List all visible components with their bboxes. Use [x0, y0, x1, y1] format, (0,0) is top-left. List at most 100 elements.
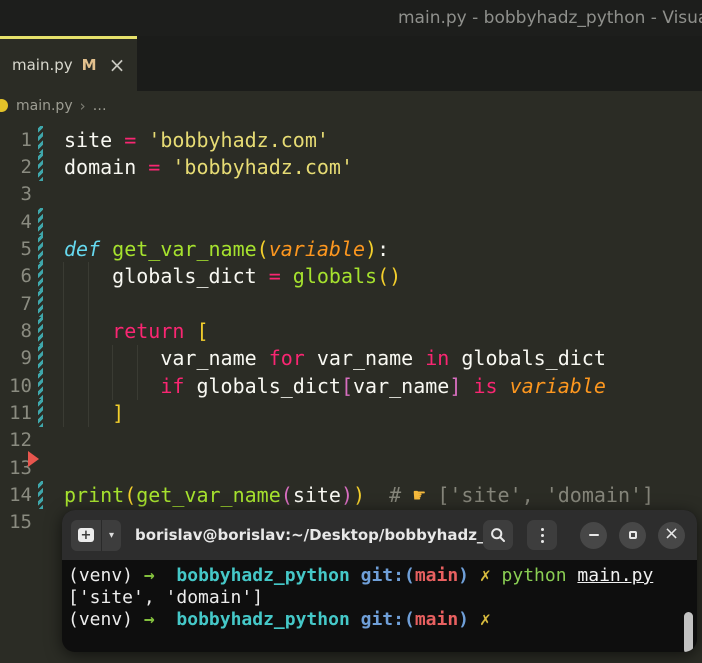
terminal-line: (venv) → bobbyhadz_python git:(main) ✗ — [68, 609, 697, 631]
code-line[interactable]: 11 ] — [0, 399, 702, 427]
token: if — [160, 373, 185, 398]
new-terminal-split-button[interactable]: + ▾ — [71, 519, 121, 551]
token: → — [143, 609, 155, 630]
token: ) — [353, 483, 366, 508]
python-file-icon — [0, 99, 8, 112]
line-number: 5 — [20, 238, 32, 261]
code-text: globals_dict = globals() — [64, 264, 401, 288]
tab-main-py[interactable]: main.py M × — [0, 36, 137, 91]
line-number: 6 — [20, 265, 32, 288]
token: globals_dict — [64, 264, 269, 289]
window-title: main.py - bobbyhadz_python - Visua — [398, 8, 702, 28]
modified-badge: M — [81, 56, 97, 74]
token: get_var_name — [136, 483, 281, 508]
token: (venv) — [68, 609, 144, 630]
token: ] — [112, 401, 125, 426]
indent-guide — [137, 345, 138, 400]
code-text: site = 'bobbyhadz.com' — [64, 128, 329, 152]
terminal-line: ['site', 'domain'] — [68, 587, 697, 609]
token: var_name — [304, 346, 426, 371]
token: var_name — [64, 346, 269, 371]
terminal-titlebar[interactable]: + ▾ borislav@borislav:~/Desktop/bobbyhad… — [62, 510, 697, 560]
breadcrumb-ellipsis[interactable]: … — [93, 98, 109, 114]
indent-guide — [88, 262, 89, 427]
git-modified-marker — [38, 262, 43, 291]
terminal-title: borislav@borislav:~/Desktop/bobbyhadz_..… — [135, 526, 483, 544]
gutter-spacer — [38, 509, 43, 536]
search-icon — [491, 528, 505, 542]
token: for — [268, 346, 305, 371]
line-number: 3 — [20, 183, 32, 206]
code-line[interactable]: 5 def get_var_name(variable): — [0, 235, 702, 263]
kebab-menu-icon — [540, 527, 544, 543]
git-modified-marker — [38, 481, 43, 509]
token: main — [414, 565, 459, 586]
terminal-output[interactable]: (venv) → bobbyhadz_python git:(main) ✗ p… — [62, 560, 697, 652]
indent-guide — [112, 345, 113, 400]
line-number: 11 — [9, 402, 32, 425]
git-modified-marker — [38, 372, 43, 400]
menu-button[interactable] — [527, 520, 557, 550]
code-line[interactable]: 2 domain = 'bobbyhadz.com' — [0, 153, 702, 181]
token: bobbyhadz_python — [176, 609, 350, 630]
breadcrumb-file[interactable]: main.py — [16, 98, 73, 114]
token: ✗ — [479, 609, 491, 630]
code-line[interactable]: 7 — [0, 290, 702, 318]
code-line[interactable]: 1 site = 'bobbyhadz.com' — [0, 126, 702, 154]
code-text: return [ — [64, 319, 208, 344]
code-lines: 1 site = 'bobbyhadz.com' 2 domain = 'bobbyh… — [0, 126, 702, 536]
token: get_var_name — [112, 237, 257, 262]
breadcrumb[interactable]: main.py › … — [0, 91, 702, 120]
git-deleted-marker[interactable] — [28, 451, 39, 467]
token: = — [124, 127, 149, 152]
token: ) — [458, 565, 470, 586]
code-line[interactable]: 9 var_name for var_name in globals_dict — [0, 344, 702, 373]
git-modified-marker — [38, 317, 43, 345]
chevron-down-icon[interactable]: ▾ — [102, 520, 121, 551]
code-line[interactable]: 4 — [0, 208, 702, 236]
code-line[interactable]: 8 return [ — [0, 317, 702, 345]
token: variable — [268, 237, 366, 262]
new-tab-icon: + — [78, 528, 94, 542]
code-line[interactable]: 6 globals_dict = globals() — [0, 262, 702, 291]
token: print — [64, 483, 125, 508]
token: ☛ — [413, 483, 426, 508]
maximize-button[interactable] — [619, 521, 646, 549]
token: 'bobbyhadz.com' — [172, 155, 354, 180]
terminal-scrollbar[interactable] — [684, 612, 693, 652]
indent-guide — [63, 262, 64, 427]
code-line[interactable]: 10 if globals_dict[var_name] is variable — [0, 372, 702, 400]
new-tab-button[interactable]: + — [71, 519, 102, 551]
code-line[interactable]: 3 — [0, 181, 702, 208]
code-line[interactable]: 14 print(get_var_name(site)) # ☛ ['site',… — [0, 481, 702, 509]
code-line[interactable]: 12 — [0, 427, 702, 454]
code-text: domain = 'bobbyhadz.com' — [64, 155, 353, 179]
close-button[interactable]: × — [658, 521, 685, 549]
minimize-button[interactable] — [580, 521, 607, 549]
git-modified-marker — [38, 153, 43, 181]
token: main — [414, 609, 459, 630]
close-icon[interactable]: × — [109, 55, 126, 75]
search-button[interactable] — [483, 520, 513, 550]
token: git:( — [360, 609, 415, 630]
token: bobbyhadz_python — [176, 565, 350, 586]
token: ( — [280, 483, 293, 508]
terminal-lines: (venv) → bobbyhadz_python git:(main) ✗ p… — [68, 565, 697, 631]
code-text: def get_var_name(variable): — [64, 237, 389, 261]
token: ['site', 'domain'] — [425, 483, 655, 508]
token: var_name — [353, 373, 450, 398]
token: () — [377, 264, 402, 289]
terminal-line: (venv) → bobbyhadz_python git:(main) ✗ p… — [68, 565, 697, 587]
token: [ — [340, 373, 354, 398]
close-icon: × — [663, 523, 680, 544]
token: git:( — [360, 565, 415, 586]
token: return — [112, 319, 185, 344]
token: site — [292, 483, 341, 508]
code-line[interactable]: 13 — [0, 454, 702, 481]
